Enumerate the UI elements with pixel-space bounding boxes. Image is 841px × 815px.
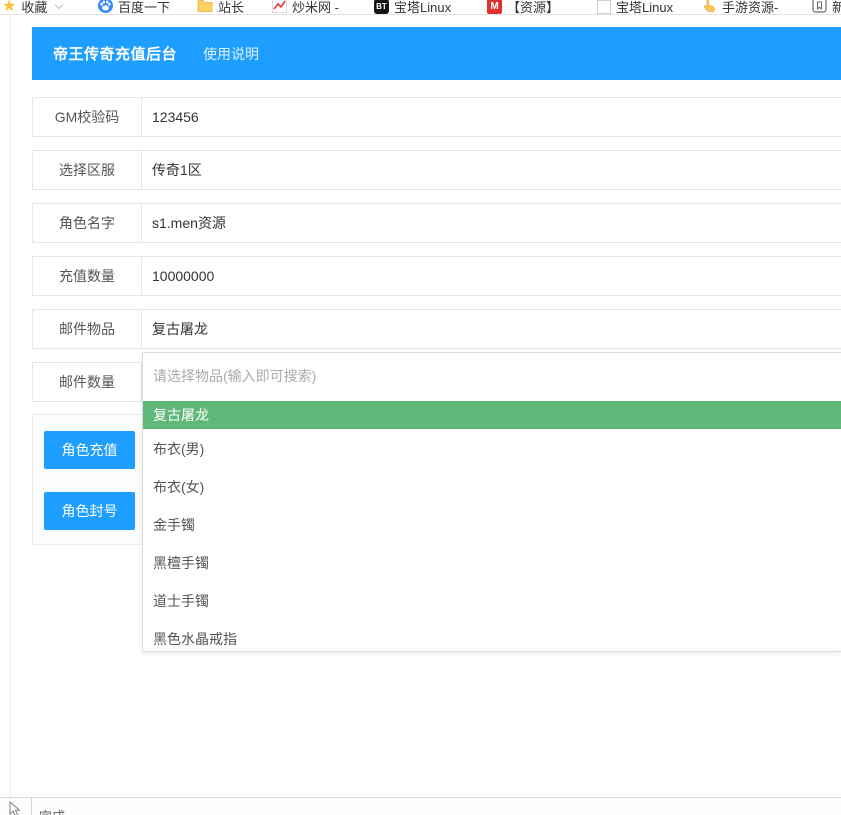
dropdown-option-selected[interactable]: 复古屠龙 — [143, 401, 841, 429]
app-header: 帝王传奇充值后台 使用说明 — [32, 27, 841, 80]
chart-icon — [272, 0, 287, 15]
cursor-arrow-icon — [7, 801, 21, 815]
bookmark-add-icon — [812, 0, 827, 15]
bookmark-label: 炒米网 - — [292, 0, 339, 15]
bookmark-chaomi[interactable]: 炒米网 - — [272, 0, 339, 15]
item-search-input[interactable]: 请选择物品(输入即可搜索) — [143, 353, 841, 399]
dropdown-option[interactable]: 黑色水晶戒指 — [143, 621, 841, 657]
bookmark-bt-linux-1[interactable]: BT 宝塔Linux — [374, 0, 451, 15]
help-link[interactable]: 使用说明 — [203, 44, 259, 64]
form-row-gm-code: GM校验码 123456 — [32, 97, 841, 137]
mail-item-select[interactable]: 复古屠龙 — [142, 309, 841, 349]
status-text: 完成 — [39, 806, 65, 815]
bookmark-label: 手游资源- — [722, 0, 778, 15]
bookmark-favorites[interactable]: ★ 收藏 — [2, 0, 62, 15]
recharge-amount-input[interactable]: 10000000 — [142, 256, 841, 296]
bookmark-label: 新 — [832, 0, 841, 15]
dropdown-option[interactable]: 金手镯 — [143, 507, 841, 543]
server-label: 选择区服 — [32, 150, 142, 190]
folder-icon — [197, 0, 213, 15]
dropdown-option[interactable]: 布衣(男) — [143, 431, 841, 467]
bookmark-baidu[interactable]: 百度一下 — [98, 0, 170, 15]
baidu-icon — [98, 0, 113, 15]
bookmark-ziyuan[interactable]: M 【资源】 — [487, 0, 559, 15]
bookmark-zhanzhang[interactable]: 站长 — [197, 0, 244, 15]
gm-code-label: GM校验码 — [32, 97, 142, 137]
character-name-label: 角色名字 — [32, 203, 142, 243]
recharge-amount-label: 充值数量 — [32, 256, 142, 296]
form-row-character-name: 角色名字 s1.men资源 — [32, 203, 841, 243]
chevron-down-icon[interactable] — [55, 0, 63, 8]
dropdown-option[interactable]: 道士手镯 — [143, 583, 841, 619]
screen: ★ 收藏 百度一下 站长 炒米网 - BT 宝塔Linux M — [0, 0, 841, 815]
bookmark-shouyou[interactable]: 手游资源- — [702, 0, 778, 15]
bookmark-label: 站长 — [218, 0, 244, 15]
hand-icon — [702, 0, 717, 15]
bookmark-bt-linux-2[interactable]: 宝塔Linux — [597, 0, 673, 15]
item-dropdown-panel: 请选择物品(输入即可搜索) 复古屠龙 布衣(男) 布衣(女) 金手镯 黑檀手镯 … — [142, 352, 841, 652]
character-name-input[interactable]: s1.men资源 — [142, 203, 841, 243]
star-icon: ★ — [2, 0, 16, 15]
bookmark-label: 宝塔Linux — [616, 0, 673, 15]
bookmarks-bar: ★ 收藏 百度一下 站长 炒米网 - BT 宝塔Linux M — [0, 0, 841, 15]
m-icon: M — [487, 0, 502, 14]
gm-code-input[interactable]: 123456 — [142, 97, 841, 137]
server-select[interactable]: 传奇1区 — [142, 150, 841, 190]
window-edge-line — [10, 16, 11, 797]
dropdown-option[interactable]: 布衣(女) — [143, 469, 841, 505]
form-row-server: 选择区服 传奇1区 — [32, 150, 841, 190]
bookmark-label: 收藏 — [21, 0, 47, 15]
recharge-button[interactable]: 角色充值 — [44, 431, 135, 469]
status-divider — [31, 798, 32, 815]
dropdown-option[interactable]: 黑檀手镯 — [143, 545, 841, 581]
bt-icon: BT — [374, 0, 389, 14]
page-title: 帝王传奇充值后台 — [53, 43, 177, 64]
status-bar: 完成 — [0, 797, 841, 815]
form-row-mail-item: 邮件物品 复古屠龙 — [32, 309, 841, 349]
blank-page-icon — [597, 0, 611, 14]
ban-button[interactable]: 角色封号 — [44, 492, 135, 530]
form-row-recharge-amount: 充值数量 10000000 — [32, 256, 841, 296]
mail-quantity-label: 邮件数量 — [32, 362, 142, 402]
bookmark-label: 【资源】 — [507, 0, 559, 15]
bookmark-label: 百度一下 — [118, 0, 170, 15]
mail-item-label: 邮件物品 — [32, 309, 142, 349]
bookmark-new[interactable]: 新 — [812, 0, 841, 15]
bookmark-label: 宝塔Linux — [394, 0, 451, 15]
